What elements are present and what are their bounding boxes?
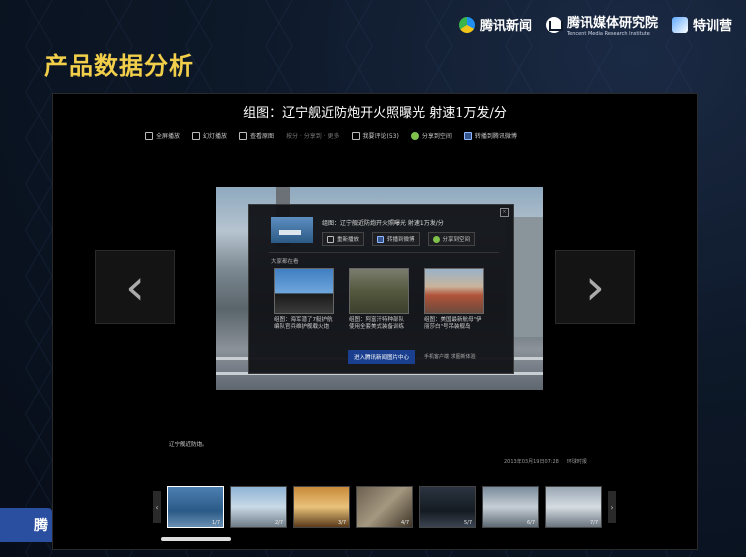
thumbnail-item[interactable]: 6/7	[482, 486, 539, 528]
photo-source: 环球时报	[566, 459, 587, 465]
next-image-button[interactable]: ›	[555, 250, 635, 324]
recommend-thumbnail	[349, 268, 409, 314]
replay-icon	[327, 235, 334, 243]
thumbnail-item[interactable]: 5/7	[419, 486, 476, 528]
qzone-icon	[432, 235, 440, 243]
thumbnail-strip: ‹ 1/7 2/7 3/7 4/7 5/7 6/7 7/7 ›	[153, 486, 616, 528]
logo-training-camp-text: 特训营	[692, 19, 732, 34]
mobile-client-link[interactable]: 手机客户端 求图新体验	[424, 353, 476, 360]
divider	[269, 252, 499, 253]
thumbnail-item[interactable]: 3/7	[293, 486, 350, 528]
gallery-toolbar: 全屏播放 幻灯播放 查看原图 按分 · 分享到 · 更多 我要评论(53) 分享…	[145, 131, 517, 140]
slideshow-button[interactable]: 幻灯播放	[192, 131, 227, 140]
replay-button[interactable]: 重新播放	[322, 232, 365, 246]
weibo-icon	[463, 131, 472, 140]
fullscreen-button[interactable]: 全屏播放	[145, 131, 180, 140]
corner-tag: 腾	[0, 508, 52, 542]
strip-scrollbar[interactable]	[161, 537, 231, 541]
close-icon[interactable]: ×	[500, 208, 509, 217]
prev-image-button[interactable]: ‹	[95, 250, 175, 324]
training-camp-icon	[671, 16, 688, 33]
thumbnail-item[interactable]: 2/7	[230, 486, 287, 528]
photo-date: 2013年03月19日07:28	[504, 459, 559, 465]
overlay-weibo-button[interactable]: 转播到微博	[372, 232, 420, 246]
view-original-button[interactable]: 查看原图	[239, 131, 274, 140]
share-qzone-button[interactable]: 分享到空间	[410, 131, 452, 140]
gallery-player: 组图：辽宁舰近防炮开火照曝光 射速1万发/分 全屏播放 幻灯播放 查看原图 按分…	[52, 93, 698, 550]
slide-title: 产品数据分析	[44, 52, 194, 80]
logo-training-camp: 特训营	[671, 15, 732, 34]
logo-media-institute: 腾讯媒体研究院 Tencent Media Research Institute	[545, 12, 658, 37]
chevron-left-icon: ‹	[125, 258, 145, 316]
recommend-heading: 大家都在看	[271, 259, 299, 265]
strip-next-button[interactable]: ›	[608, 491, 616, 523]
recommend-thumbnail	[424, 268, 484, 314]
media-institute-icon	[545, 16, 563, 33]
pause-icon	[192, 131, 201, 140]
tencent-news-icon	[458, 16, 475, 33]
gallery-title: 组图：辽宁舰近防炮开火照曝光 射速1万发/分	[243, 106, 507, 121]
recommend-caption: 组图：美国最新航母"伊丽莎白"号吊装舰岛	[424, 317, 482, 330]
slide-background: 产品数据分析 腾讯新闻 腾讯媒体研究院 Tencent Media Resear…	[0, 0, 746, 557]
photo-caption: 辽宁舰近防炮。	[169, 442, 208, 448]
overlay-qzone-button[interactable]: 分享到空间	[427, 232, 476, 246]
share-weibo-button[interactable]: 转播到腾讯微博	[463, 131, 517, 140]
logo-bar: 腾讯新闻 腾讯媒体研究院 Tencent Media Research Inst…	[458, 12, 732, 37]
recommend-item[interactable]: 组图：美国最新航母"伊丽莎白"号吊装舰岛	[424, 268, 484, 331]
qzone-icon	[410, 131, 419, 140]
logo-tencent-news: 腾讯新闻	[458, 15, 532, 34]
overlay-actions: 重新播放 转播到微博 分享到空间	[322, 232, 476, 246]
thumbnail-item[interactable]: 1/7	[167, 486, 224, 528]
thumbnail-item[interactable]: 7/7	[545, 486, 602, 528]
recommend-caption: 组图：阿富汗特种部队使用全套美式装备训练	[349, 317, 405, 330]
recommend-caption: 组图：海军潜了7艇护航编队官兵维护舰载火炮	[274, 317, 333, 330]
recommend-item[interactable]: 组图：阿富汗特种部队使用全套美式装备训练	[349, 268, 409, 331]
photo-meta: 2013年03月19日07:28 环球时报	[504, 458, 587, 465]
strip-prev-button[interactable]: ‹	[153, 491, 161, 523]
recommend-thumbnail	[274, 268, 334, 314]
comment-icon	[351, 131, 360, 140]
image-icon	[239, 131, 248, 140]
thumbnail-item[interactable]: 4/7	[356, 486, 413, 528]
overlay-thumbnail	[271, 217, 313, 243]
toolbar-select[interactable]: 按分 · 分享到 · 更多	[286, 131, 339, 140]
photo-center-button[interactable]: 进入腾讯新闻图片中心	[348, 350, 416, 364]
logo-media-institute-text: 腾讯媒体研究院	[566, 16, 658, 31]
end-overlay: × 组图：辽宁舰近防炮开火照曝光 射速1万发/分 重新播放 转播到微博 分享到空…	[248, 204, 514, 374]
fullscreen-icon	[145, 131, 153, 140]
logo-tencent-news-text: 腾讯新闻	[479, 19, 532, 34]
overlay-title: 组图：辽宁舰近防炮开火照曝光 射速1万发/分	[322, 220, 444, 227]
weibo-icon	[377, 235, 385, 243]
chevron-right-icon: ›	[585, 258, 605, 316]
logo-media-institute-sub: Tencent Media Research Institute	[566, 31, 650, 37]
comments-button[interactable]: 我要评论(53)	[351, 131, 399, 140]
recommend-item[interactable]: 组图：海军潜了7艇护航编队官兵维护舰载火炮	[274, 268, 334, 331]
